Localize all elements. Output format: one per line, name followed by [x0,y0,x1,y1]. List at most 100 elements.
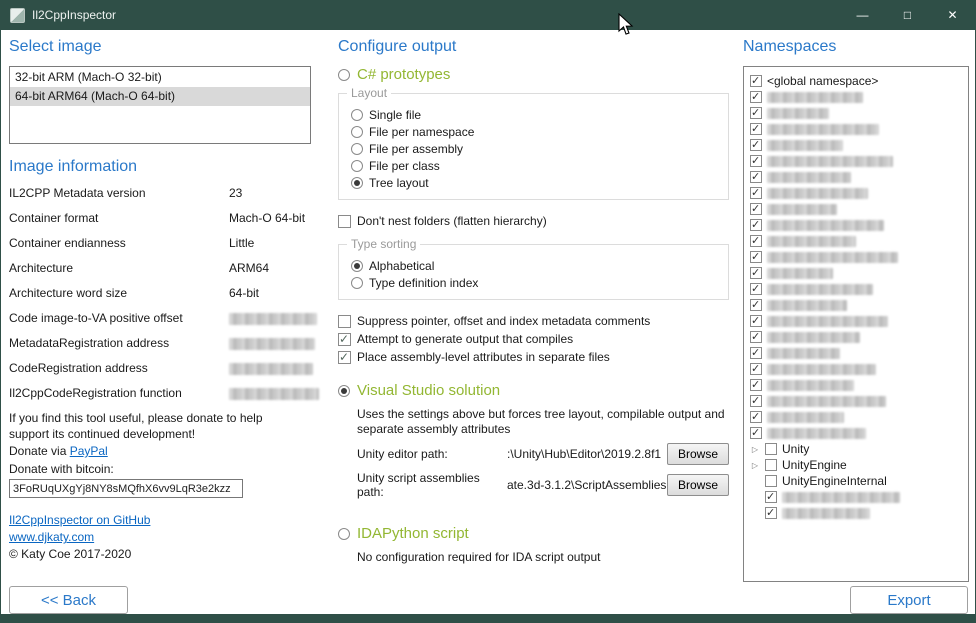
namespace-item[interactable] [750,217,968,233]
minimize-button[interactable]: — [840,0,885,30]
redacted-text [767,300,847,311]
export-button[interactable]: Export [850,586,968,614]
layout-option[interactable]: File per class [351,157,718,174]
namespace-checkbox[interactable] [750,171,762,183]
namespace-item[interactable]: <global namespace> [750,73,968,89]
namespace-item[interactable] [750,361,968,377]
type-sorting-option[interactable]: Type definition index [351,274,718,291]
namespace-item[interactable] [750,169,968,185]
namespace-item[interactable]: ▷Unity [750,441,968,457]
namespace-item[interactable] [750,505,968,521]
output-option[interactable]: Suppress pointer, offset and index metad… [338,312,729,330]
namespace-checkbox[interactable] [750,75,762,87]
namespace-checkbox[interactable] [750,155,762,167]
github-link[interactable]: Il2CppInspector on GitHub [9,513,150,527]
redacted-text [767,92,863,103]
maximize-button[interactable]: □ [885,0,930,30]
namespace-item[interactable] [750,489,968,505]
layout-option[interactable]: File per namespace [351,123,718,140]
website-link[interactable]: www.djkaty.com [9,530,94,544]
namespace-checkbox[interactable] [750,187,762,199]
layout-option[interactable]: Single file [351,106,718,123]
namespace-item[interactable] [750,425,968,441]
namespace-item[interactable]: ▷UnityEngine [750,457,968,473]
namespace-checkbox[interactable] [750,427,762,439]
namespace-item[interactable] [750,233,968,249]
namespace-item[interactable] [750,105,968,121]
expander-icon[interactable]: ▷ [750,445,760,454]
namespace-checkbox[interactable] [750,123,762,135]
layout-option-label: Single file [369,108,421,122]
namespace-checkbox[interactable] [750,299,762,311]
namespace-checkbox[interactable] [750,395,762,407]
redacted-text [767,236,856,247]
namespace-item[interactable] [750,329,968,345]
namespace-checkbox[interactable] [750,139,762,151]
layout-option[interactable]: Tree layout [351,174,718,191]
namespace-checkbox[interactable] [750,331,762,343]
script-assemblies-path-value[interactable]: ate.3d-3.1.2\ScriptAssemblies [507,478,667,492]
redacted-text [767,220,884,231]
namespace-checkbox[interactable] [750,107,762,119]
browse-editor-button[interactable]: Browse [667,443,729,465]
namespace-item[interactable] [750,137,968,153]
redacted-text [767,412,844,423]
namespace-item[interactable] [750,345,968,361]
namespace-item[interactable] [750,297,968,313]
flatten-checkbox-row[interactable]: Don't nest folders (flatten hierarchy) [338,212,729,230]
namespace-item[interactable] [750,185,968,201]
namespace-item[interactable] [750,377,968,393]
namespace-item[interactable] [750,201,968,217]
namespace-item[interactable] [750,121,968,137]
expander-icon[interactable]: ▷ [750,461,760,470]
output-option[interactable]: Place assembly-level attributes in separ… [338,348,729,366]
namespace-item[interactable] [750,393,968,409]
idapython-radio[interactable]: IDAPython script [338,525,729,542]
titlebar[interactable]: Il2CppInspector — □ ✕ [1,0,975,30]
paypal-link[interactable]: PayPal [70,444,108,458]
namespace-checkbox[interactable] [765,507,777,519]
namespace-checkbox[interactable] [765,491,777,503]
namespace-checkbox[interactable] [750,363,762,375]
namespace-item[interactable] [750,89,968,105]
namespace-item[interactable] [750,281,968,297]
namespace-checkbox[interactable] [750,267,762,279]
namespace-checkbox[interactable] [750,251,762,263]
csharp-prototypes-radio[interactable]: C# prototypes [338,66,729,83]
namespace-checkbox[interactable] [750,235,762,247]
close-button[interactable]: ✕ [930,0,975,30]
namespace-checkbox[interactable] [750,379,762,391]
namespace-item[interactable] [750,153,968,169]
namespace-item[interactable]: UnityEngineInternal [750,473,968,489]
image-list-item[interactable]: 64-bit ARM64 (Mach-O 64-bit) [10,87,310,106]
namespace-checkbox[interactable] [750,411,762,423]
layout-option[interactable]: File per assembly [351,140,718,157]
namespace-checkbox[interactable] [750,315,762,327]
image-listbox[interactable]: 32-bit ARM (Mach-O 32-bit)64-bit ARM64 (… [9,66,311,144]
redacted-text [767,204,837,215]
namespace-item[interactable] [750,409,968,425]
unity-editor-path-value[interactable]: :\Unity\Hub\Editor\2019.2.8f1 [507,447,667,461]
namespace-item[interactable] [750,249,968,265]
bitcoin-address-input[interactable] [9,479,243,498]
namespace-label [767,330,860,344]
namespace-label [782,506,870,520]
output-option[interactable]: Attempt to generate output that compiles [338,330,729,348]
browse-assemblies-button[interactable]: Browse [667,474,729,496]
info-value [229,311,317,325]
namespace-checkbox[interactable] [750,91,762,103]
namespace-checkbox[interactable] [750,219,762,231]
type-sorting-option[interactable]: Alphabetical [351,257,718,274]
back-button[interactable]: << Back [9,586,128,614]
namespace-checkbox[interactable] [765,443,777,455]
namespace-item[interactable] [750,313,968,329]
namespace-item[interactable] [750,265,968,281]
namespace-checkbox[interactable] [750,347,762,359]
namespace-checkbox[interactable] [765,459,777,471]
namespace-checkbox[interactable] [750,283,762,295]
namespace-checkbox[interactable] [750,203,762,215]
image-list-item[interactable]: 32-bit ARM (Mach-O 32-bit) [10,68,310,87]
type-sorting-option-label: Type definition index [369,276,478,290]
visual-studio-radio[interactable]: Visual Studio solution [338,382,729,399]
namespace-checkbox[interactable] [765,475,777,487]
